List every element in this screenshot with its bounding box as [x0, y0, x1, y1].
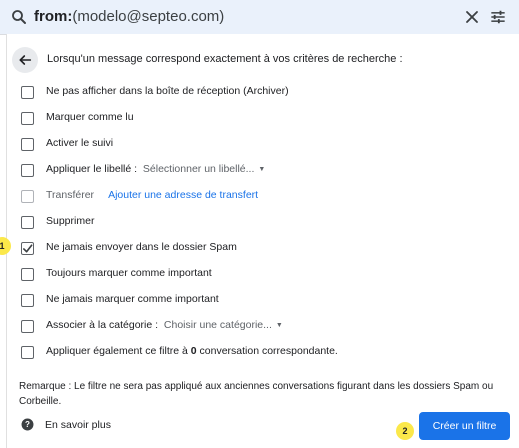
learn-more-link[interactable]: En savoir plus — [45, 419, 111, 431]
option-label: Ne pas afficher dans la boîte de récepti… — [46, 85, 289, 97]
caret-down-icon: ▼ — [275, 322, 283, 329]
checkbox-forward[interactable] — [21, 190, 34, 203]
close-icon[interactable] — [462, 7, 482, 27]
caret-down-icon: ▼ — [258, 166, 266, 173]
label-select[interactable]: Sélectionner un libellé... ▼ — [140, 163, 265, 175]
checkmark-icon — [23, 244, 33, 253]
search-operator: from: — [34, 8, 73, 25]
checkbox-star[interactable] — [21, 138, 34, 151]
help-icon[interactable]: ? — [21, 418, 34, 431]
option-always-important[interactable]: Toujours marquer comme important — [0, 265, 519, 285]
apply-existing-post: conversation correspondante. — [196, 345, 338, 357]
search-bar[interactable]: from:(modelo@septeo.com) — [0, 0, 519, 35]
svg-text:?: ? — [25, 420, 30, 429]
option-label: Marquer comme lu — [46, 111, 134, 123]
label-select-value: Sélectionner un libellé... — [142, 163, 255, 175]
checkbox-apply-existing[interactable] — [21, 346, 34, 359]
option-label: Appliquer également ce filtre à 0 conver… — [46, 345, 338, 357]
option-label: Ne jamais envoyer dans le dossier Spam — [46, 241, 237, 253]
create-filter-button[interactable]: Créer un filtre — [419, 412, 510, 440]
option-label: Ne jamais marquer comme important — [46, 293, 219, 305]
option-label: Associer à la catégorie : Choisir une ca… — [46, 319, 283, 331]
option-archive[interactable]: Ne pas afficher dans la boîte de récepti… — [0, 83, 519, 103]
checkbox-apply-label[interactable] — [21, 164, 34, 177]
checkbox-always-important[interactable] — [21, 268, 34, 281]
checkbox-category[interactable] — [21, 320, 34, 333]
remark-text: Remarque : Le filtre ne sera pas appliqu… — [19, 381, 494, 407]
option-never-important[interactable]: Ne jamais marquer comme important — [0, 291, 519, 311]
search-input[interactable]: from:(modelo@septeo.com) — [34, 8, 224, 26]
option-star[interactable]: Activer le suivi — [0, 135, 519, 155]
option-delete[interactable]: Supprimer — [0, 213, 519, 233]
option-never-spam[interactable]: Ne jamais envoyer dans le dossier Spam — [0, 239, 519, 259]
option-forward[interactable]: Transférer Ajouter une adresse de transf… — [0, 187, 519, 207]
option-label: Activer le suivi — [46, 137, 114, 149]
annotation-marker-2: 2 — [396, 422, 414, 440]
category-select-value: Choisir une catégorie... — [163, 319, 272, 331]
arrow-back-icon — [19, 55, 32, 65]
tune-icon[interactable] — [488, 7, 508, 27]
add-forward-address-link[interactable]: Ajouter une adresse de transfert — [108, 189, 258, 201]
option-label: Appliquer le libellé : Sélectionner un l… — [46, 163, 265, 175]
back-button[interactable] — [12, 47, 38, 73]
option-apply-existing[interactable]: Appliquer également ce filtre à 0 conver… — [0, 343, 519, 363]
checkbox-delete[interactable] — [21, 216, 34, 229]
category-text: Associer à la catégorie : — [46, 319, 159, 331]
search-value: (modelo@septeo.com) — [72, 8, 225, 25]
checkbox-never-spam[interactable] — [21, 242, 34, 255]
option-label: Supprimer — [46, 215, 95, 227]
checkbox-never-important[interactable] — [21, 294, 34, 307]
option-mark-read[interactable]: Marquer comme lu — [0, 109, 519, 129]
option-category[interactable]: Associer à la catégorie : Choisir une ca… — [0, 317, 519, 337]
forward-text: Transférer — [46, 189, 95, 201]
checkbox-archive[interactable] — [21, 86, 34, 99]
option-label: Toujours marquer comme important — [46, 267, 212, 279]
option-apply-label[interactable]: Appliquer le libellé : Sélectionner un l… — [0, 161, 519, 181]
category-select[interactable]: Choisir une catégorie... ▼ — [161, 319, 283, 331]
option-label: Transférer Ajouter une adresse de transf… — [46, 189, 258, 201]
apply-label-text: Appliquer le libellé : — [46, 163, 138, 175]
apply-existing-pre: Appliquer également ce filtre à — [46, 345, 191, 357]
checkbox-mark-read[interactable] — [21, 112, 34, 125]
search-icon[interactable] — [10, 8, 28, 26]
criteria-text: Lorsqu'un message correspond exactement … — [47, 53, 403, 65]
